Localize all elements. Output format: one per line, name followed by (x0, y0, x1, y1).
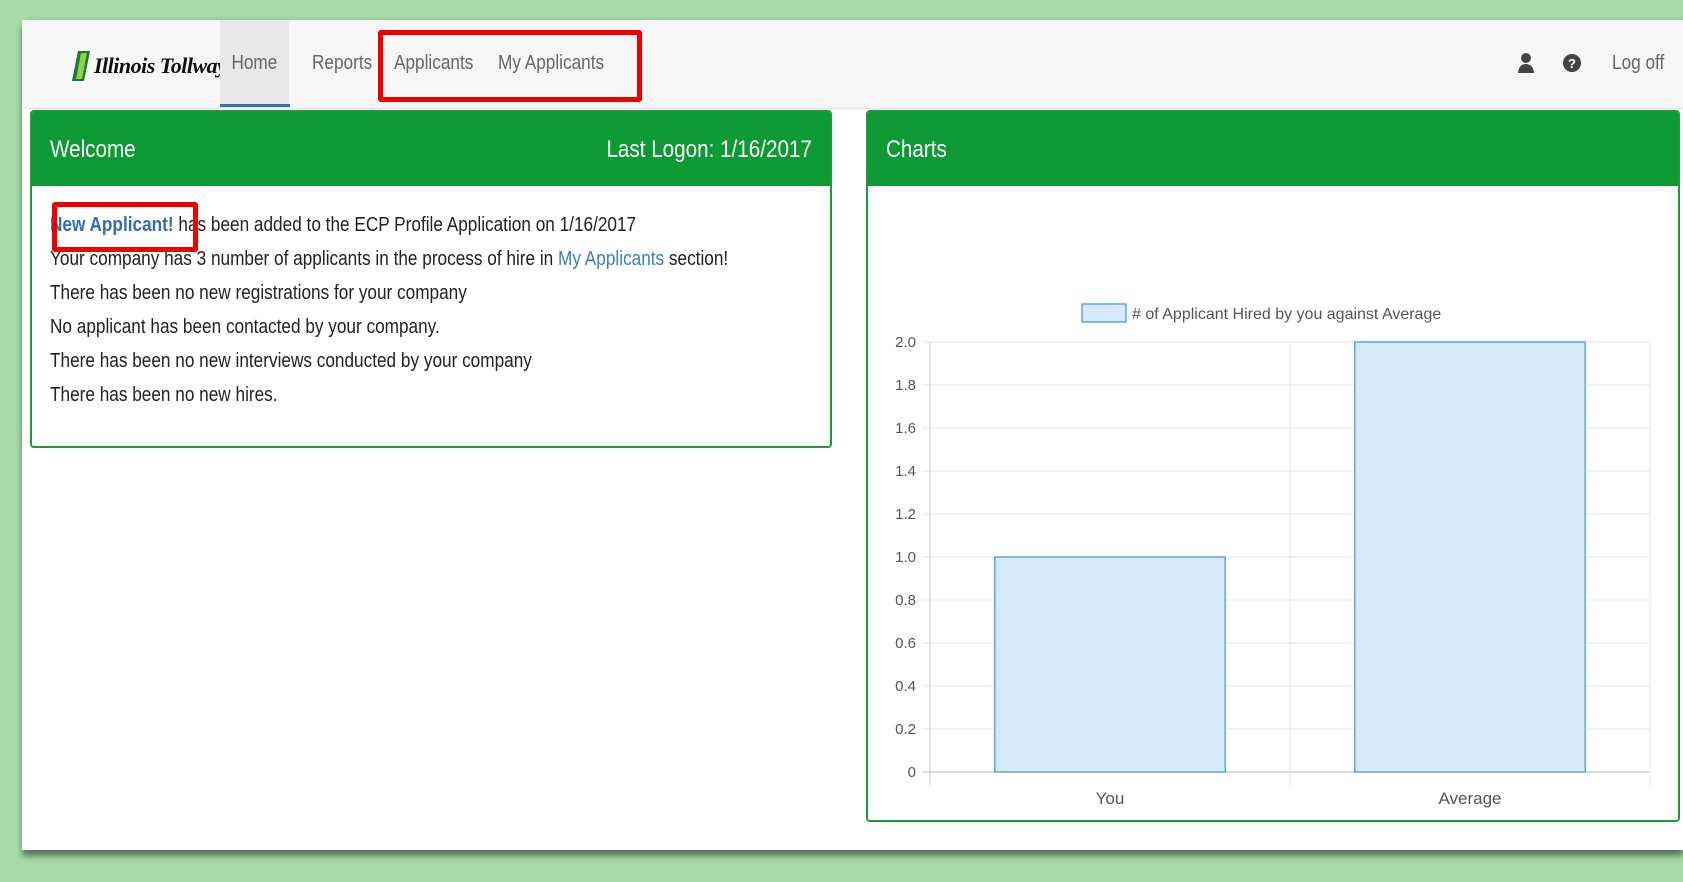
welcome-panel: Welcome Last Logon: 1/16/2017 New Applic… (30, 110, 832, 448)
y-tick-label: 1.0 (895, 549, 916, 566)
y-tick-label: 0 (908, 764, 916, 781)
nav-home[interactable]: Home (220, 20, 289, 108)
charts-title: Charts (886, 136, 947, 163)
charts-panel-header: Charts (868, 112, 1678, 186)
y-tick-label: 0.6 (895, 635, 916, 652)
user-icon[interactable] (1516, 52, 1536, 74)
x-tick-label: Average (1438, 789, 1501, 808)
help-circle-icon[interactable]: ? (1562, 52, 1582, 74)
message-text: has been added to the ECP Profile Applic… (173, 214, 637, 236)
y-tick-label: 0.4 (895, 678, 916, 695)
x-tick-label: You (1096, 789, 1125, 808)
y-tick-label: 0.2 (895, 721, 916, 738)
bar-chart: 0 0.2 0.4 0.6 0.8 1.0 1.2 1.4 1.6 1.8 2.0 You Averag… (895, 303, 1651, 808)
bar-average (1354, 341, 1586, 773)
nav-reports[interactable]: Reports (312, 20, 372, 108)
app-window: Illinois Tollway Home Reports Applicants… (22, 20, 1683, 850)
bar-you (994, 556, 1226, 773)
top-navbar: Illinois Tollway Home Reports Applicants… (22, 20, 1683, 109)
legend-label: # of Applicant Hired by you against Aver… (1132, 306, 1441, 323)
y-tick-label: 1.8 (895, 377, 916, 394)
charts-panel: Charts 0 0.2 0.4 0.6 0.8 1.0 1.2 1.4 1.6 1.8 2.0 Yo… (866, 110, 1680, 822)
legend-swatch (1081, 303, 1127, 323)
logoff-link[interactable]: Log off (1612, 20, 1664, 108)
logo-text: Illinois Tollway (94, 53, 227, 78)
nav-home-active-indicator (220, 104, 290, 107)
message-text: section! (664, 248, 729, 270)
tollway-logo-icon (72, 51, 90, 81)
message-contacted: No applicant has been contacted by your … (50, 316, 440, 338)
y-tick-label: 1.2 (895, 506, 916, 523)
y-tick-label: 1.4 (895, 463, 916, 480)
svg-text:?: ? (1568, 56, 1576, 71)
message-interviews: There has been no new interviews conduct… (50, 350, 532, 372)
welcome-title: Welcome (50, 136, 136, 163)
message-hires: There has been no new hires. (50, 384, 278, 406)
nav-highlight-box (378, 30, 642, 102)
last-logon: Last Logon: 1/16/2017 (606, 136, 812, 163)
my-applicants-link[interactable]: My Applicants (558, 248, 664, 270)
y-tick-label: 0.8 (895, 592, 916, 609)
message-registrations: There has been no new registrations for … (50, 282, 467, 304)
illinois-tollway-logo[interactable]: Illinois Tollway (70, 46, 227, 86)
welcome-panel-header: Welcome Last Logon: 1/16/2017 (32, 112, 830, 186)
new-applicant-highlight-box (52, 202, 198, 252)
y-tick-label: 1.6 (895, 420, 916, 437)
y-tick-label: 2.0 (895, 334, 916, 351)
